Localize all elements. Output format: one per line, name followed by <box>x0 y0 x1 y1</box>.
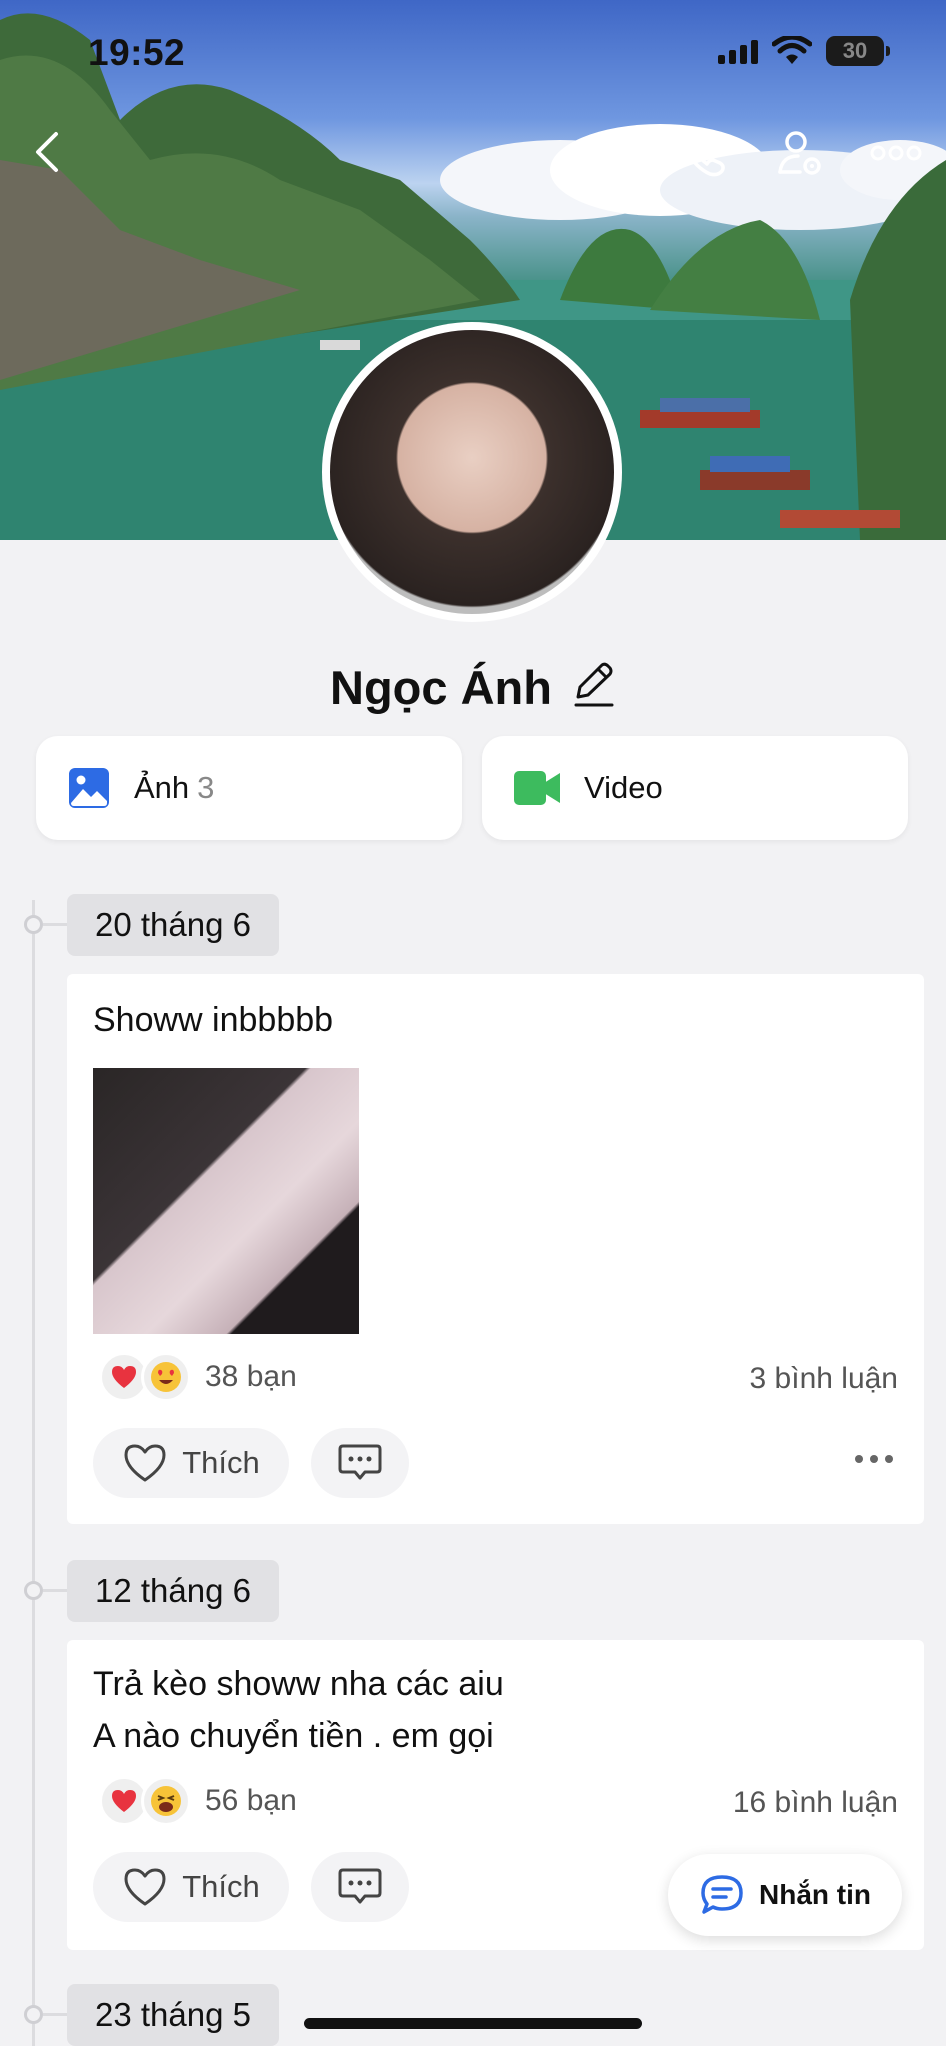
comment-button[interactable] <box>311 1428 409 1498</box>
post-image[interactable] <box>93 1068 359 1334</box>
comment-icon <box>338 1444 382 1480</box>
photos-button[interactable]: Ảnh 3 <box>36 736 462 840</box>
videos-label: Video <box>584 770 663 805</box>
reactions[interactable]: 38 bạn <box>99 1352 297 1402</box>
like-label: Thích <box>182 1445 260 1480</box>
timeline-node <box>24 2005 43 2024</box>
wifi-icon <box>772 36 812 64</box>
comment-icon <box>338 1868 382 1904</box>
date-label: 12 tháng 6 <box>67 1560 279 1622</box>
like-button[interactable]: Thích <box>93 1852 289 1922</box>
profile-settings-button[interactable] <box>776 128 826 183</box>
photos-count: 3 <box>197 770 215 805</box>
chevron-left-icon <box>36 132 58 172</box>
date-label: 20 tháng 6 <box>67 894 279 956</box>
post-text-line: A nào chuyển tiền . em gọi <box>93 1717 494 1755</box>
photos-label-group: Ảnh 3 <box>134 770 214 806</box>
post-card[interactable]: Showw inbbbbb 38 bạn 3 bình luận Thích <box>67 974 924 1524</box>
videos-button[interactable]: Video <box>482 736 908 840</box>
chat-bubble-icon <box>701 1875 743 1914</box>
heart-eyes-reaction-icon <box>141 1352 191 1402</box>
post-more-button[interactable] <box>854 1452 894 1470</box>
status-bar: 19:52 30 <box>0 0 946 110</box>
like-button[interactable]: Thích <box>93 1428 289 1498</box>
cellular-signal-icon <box>718 38 758 64</box>
reaction-count: 38 bạn <box>205 1360 297 1393</box>
avatar-image <box>330 330 614 614</box>
timeline-node <box>24 915 43 934</box>
like-label: Thích <box>182 1869 260 1904</box>
photo-icon <box>69 768 109 808</box>
heart-outline-icon <box>124 1444 166 1482</box>
laughing-reaction-icon <box>141 1776 191 1826</box>
avatar[interactable] <box>322 322 622 622</box>
timeline-node <box>24 1581 43 1600</box>
comment-button[interactable] <box>311 1852 409 1922</box>
phone-icon <box>682 131 725 177</box>
profile-name: Ngọc Ánh <box>330 661 552 714</box>
status-indicators: 30 <box>718 36 890 66</box>
date-label: 23 tháng 5 <box>67 1984 279 2046</box>
more-options-button[interactable] <box>870 128 922 183</box>
heart-outline-icon <box>124 1868 166 1906</box>
comment-count[interactable]: 3 bình luận <box>750 1362 898 1396</box>
timeline-tick <box>43 1589 67 1592</box>
reaction-count: 56 bạn <box>205 1784 297 1817</box>
comment-count[interactable]: 16 bình luận <box>733 1786 898 1820</box>
status-time: 19:52 <box>88 32 186 73</box>
home-indicator[interactable] <box>304 2018 642 2029</box>
message-label: Nhắn tin <box>759 1879 871 1910</box>
post-text-line: Trả kèo showw nha các aiu <box>93 1665 504 1703</box>
photos-label: Ảnh <box>134 770 190 805</box>
profile-name-row: Ngọc Ánh <box>0 660 946 715</box>
post-text: Showw inbbbbb <box>93 1001 334 1039</box>
timeline-tick <box>43 2013 67 2016</box>
more-horizontal-icon <box>855 1455 893 1463</box>
send-message-button[interactable]: Nhắn tin <box>668 1854 902 1936</box>
edit-name-button[interactable] <box>572 661 616 714</box>
call-button[interactable] <box>678 128 728 183</box>
back-button[interactable] <box>28 128 64 181</box>
more-horizontal-icon <box>870 145 922 161</box>
pencil-icon <box>574 662 614 707</box>
reactions[interactable]: 56 bạn <box>99 1776 297 1826</box>
timeline-line <box>32 900 35 2046</box>
timeline-tick <box>43 923 67 926</box>
battery-icon: 30 <box>826 36 890 66</box>
user-settings-icon <box>778 131 821 175</box>
video-icon <box>514 771 560 805</box>
